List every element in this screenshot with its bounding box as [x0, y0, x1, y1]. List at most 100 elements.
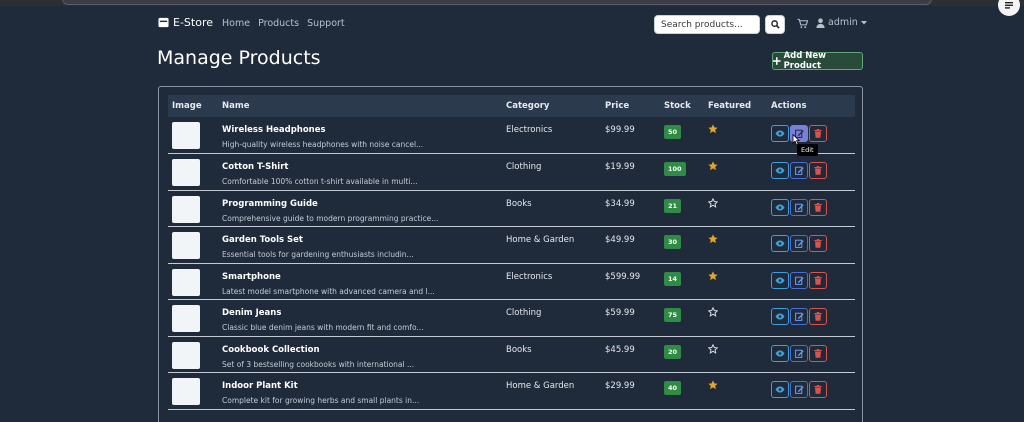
header-image: Image	[172, 101, 202, 111]
featured-cell	[704, 300, 767, 337]
product-price: $45.99	[605, 344, 635, 355]
view-button[interactable]	[771, 344, 789, 362]
product-category: Home & Garden	[506, 235, 575, 245]
star-outline-icon	[707, 197, 719, 208]
view-button[interactable]	[771, 271, 789, 289]
product-category: Books	[506, 198, 532, 209]
nav-link-products[interactable]: Products	[258, 18, 299, 29]
search-icon	[770, 20, 780, 29]
image-cell	[168, 154, 218, 191]
box-icon	[158, 17, 169, 28]
table-row: Cookbook Collection Set of 3 bestselling …	[168, 336, 855, 373]
trash-icon	[814, 385, 822, 394]
delete-button[interactable]	[809, 125, 827, 142]
delete-button[interactable]	[809, 235, 827, 252]
search-button[interactable]	[765, 15, 785, 34]
table-row: Garden Tools Set Essential tools for gard…	[168, 227, 855, 264]
brand[interactable]: E-Store	[158, 16, 213, 29]
star-icon	[708, 124, 718, 134]
header-stock: Stock	[664, 101, 691, 111]
nav-links: Home Products Support	[222, 18, 345, 29]
table-header-row: Image Name Category Price Stock Featured…	[168, 95, 855, 117]
navbar: E-Store Home Products Support admin	[0, 6, 1024, 42]
name-cell: Cotton T-Shirt Comfortable 100% cotton t-…	[218, 154, 502, 191]
actions-cell	[767, 227, 855, 264]
edit-button[interactable]	[790, 235, 808, 252]
edit-button[interactable]	[790, 162, 808, 179]
view-button[interactable]	[771, 235, 789, 252]
brand-name: E-Store	[173, 16, 213, 29]
mouse-pointer-icon	[792, 134, 801, 146]
cart-icon[interactable]	[797, 18, 808, 29]
product-thumbnail	[172, 195, 200, 223]
stock-badge: 21	[664, 198, 682, 213]
star-icon	[708, 161, 718, 171]
view-button[interactable]	[771, 308, 789, 325]
delete-button[interactable]	[809, 271, 827, 289]
nav-link-support[interactable]: Support	[307, 18, 345, 29]
name-cell: Denim Jeans Classic blue denim jeans with…	[218, 300, 502, 337]
edit-button[interactable]	[790, 344, 808, 362]
stock-cell: 40	[660, 373, 704, 410]
delete-button[interactable]	[809, 308, 827, 325]
table-row: Indoor Plant Kit Complete kit for growing…	[168, 373, 855, 410]
price-cell: $599.99	[601, 263, 660, 300]
category-cell: Clothing	[502, 300, 601, 337]
featured-cell	[704, 190, 767, 227]
delete-button[interactable]	[809, 162, 827, 179]
featured-cell	[704, 373, 767, 410]
actions-cell	[767, 154, 855, 191]
product-category: Books	[506, 344, 532, 355]
products-card: Image Name Category Price Stock Featured…	[158, 86, 863, 422]
actions-cell	[767, 300, 855, 337]
pencil-icon	[794, 385, 804, 394]
price-cell: $99.99	[601, 117, 660, 154]
search-input[interactable]	[654, 15, 760, 34]
edit-button[interactable]	[790, 308, 808, 325]
price-cell: $45.99	[601, 336, 660, 373]
edit-button[interactable]	[790, 271, 808, 289]
table-row: Cotton T-Shirt Comfortable 100% cotton t-…	[168, 154, 855, 191]
star-icon	[708, 270, 718, 280]
delete-button[interactable]	[809, 344, 827, 362]
trash-icon	[814, 348, 822, 358]
featured-cell	[704, 117, 767, 154]
price-cell: $49.99	[601, 227, 660, 264]
product-description: Comfortable 100% cotton t-shirt availabl…	[222, 177, 418, 186]
edit-button[interactable]	[790, 381, 808, 398]
add-product-button[interactable]: Add New Product	[772, 51, 863, 71]
product-category: Electronics	[506, 125, 553, 135]
view-button[interactable]	[771, 125, 789, 142]
stock-cell: 14	[660, 263, 704, 300]
add-product-label: Add New Product	[783, 51, 827, 71]
table-row: Smartphone Latest model smartphone with a…	[168, 263, 855, 300]
delete-button[interactable]	[809, 381, 827, 398]
edit-button[interactable]	[790, 198, 808, 216]
product-thumbnail	[172, 378, 200, 405]
row-actions	[771, 271, 855, 289]
featured-cell	[704, 154, 767, 191]
view-button[interactable]	[771, 381, 789, 398]
plus-icon	[773, 57, 781, 65]
row-actions	[771, 381, 855, 398]
name-cell: Indoor Plant Kit Complete kit for growing…	[218, 373, 502, 410]
pencil-icon	[794, 166, 804, 175]
star-outline-icon	[707, 343, 719, 354]
product-category: Clothing	[506, 162, 542, 172]
nav-link-home[interactable]: Home	[222, 18, 250, 29]
image-cell	[168, 336, 218, 373]
user-icon	[816, 17, 825, 28]
view-button[interactable]	[771, 198, 789, 216]
row-actions	[771, 235, 855, 252]
featured-cell	[704, 227, 767, 264]
star-outline-icon	[707, 306, 719, 317]
user-menu[interactable]: admin	[816, 17, 867, 28]
stock-cell: 21	[660, 190, 704, 227]
image-cell	[168, 300, 218, 337]
view-button[interactable]	[771, 162, 789, 179]
delete-button[interactable]	[809, 198, 827, 216]
category-cell: Home & Garden	[502, 227, 601, 264]
row-actions	[771, 344, 855, 362]
address-bar[interactable]	[62, 0, 932, 5]
eye-icon	[775, 204, 785, 210]
